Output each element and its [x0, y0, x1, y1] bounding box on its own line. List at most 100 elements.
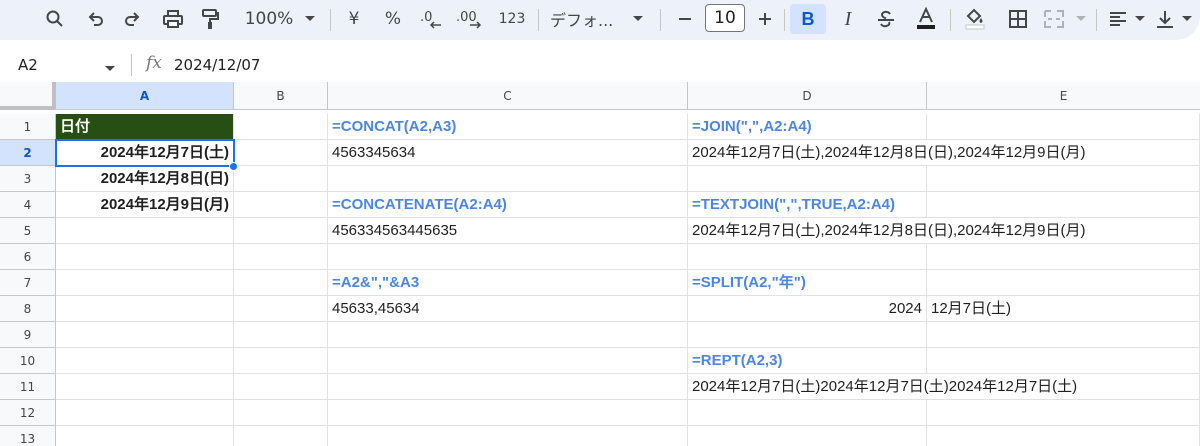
row-header-7[interactable]: 7	[0, 270, 56, 296]
row-header-2[interactable]: 2	[0, 140, 56, 166]
cell-a7[interactable]	[56, 270, 234, 296]
chevron-down-icon[interactable]	[104, 58, 116, 77]
cell-e10[interactable]	[927, 348, 1200, 374]
row-header-3[interactable]: 3	[0, 166, 56, 192]
column-header-a[interactable]: A	[56, 82, 234, 110]
cell-c6[interactable]	[328, 244, 688, 270]
cell-e1[interactable]	[927, 114, 1200, 140]
number-format-button[interactable]: 123	[496, 4, 528, 34]
column-header-b[interactable]: B	[234, 82, 328, 110]
cell-d5[interactable]: 2024年12月7日(土),2024年12月8日(日),2024年12月9日(月…	[688, 218, 1086, 244]
cell-a10[interactable]	[56, 348, 234, 374]
cell-a5[interactable]	[56, 218, 234, 244]
cell-d3[interactable]	[688, 166, 927, 192]
cell-b4[interactable]	[234, 192, 328, 218]
cell-c10[interactable]	[328, 348, 688, 374]
cell-a13[interactable]	[56, 426, 234, 446]
zoom-select[interactable]: 100%	[238, 4, 300, 34]
font-family-select[interactable]: デフォ...	[550, 4, 622, 34]
cell-b11[interactable]	[234, 374, 328, 400]
cell-c8[interactable]: 45633,45634	[328, 296, 688, 322]
cell-a9[interactable]	[56, 322, 234, 348]
cell-e7[interactable]	[927, 270, 1200, 296]
cell-b3[interactable]	[234, 166, 328, 192]
cell-d7[interactable]: =SPLIT(A2,"年")	[688, 270, 927, 296]
borders-icon[interactable]	[1004, 4, 1032, 34]
name-box[interactable]: A2	[18, 56, 38, 74]
bold-icon[interactable]: B	[790, 4, 826, 34]
italic-icon[interactable]: I	[834, 4, 862, 34]
cell-b13[interactable]	[234, 426, 328, 446]
row-header-13[interactable]: 13	[0, 426, 56, 446]
column-header-d[interactable]: D	[688, 82, 927, 110]
row-header-9[interactable]: 9	[0, 322, 56, 348]
cell-d8[interactable]: 2024	[688, 296, 927, 322]
cell-c4[interactable]: =CONCATENATE(A2:A4)	[328, 192, 688, 218]
cell-d10[interactable]: =REPT(A2,3)	[688, 348, 927, 374]
paint-format-icon[interactable]	[196, 4, 224, 34]
cell-a1[interactable]: 日付	[56, 114, 234, 140]
chevron-down-icon[interactable]	[1132, 4, 1148, 34]
cell-a11[interactable]	[56, 374, 234, 400]
print-icon[interactable]	[158, 4, 188, 34]
cell-b5[interactable]	[234, 218, 328, 244]
fill-handle[interactable]	[229, 162, 238, 171]
cell-c3[interactable]	[328, 166, 688, 192]
row-header-11[interactable]: 11	[0, 374, 56, 400]
cell-b12[interactable]	[234, 400, 328, 426]
undo-icon[interactable]	[82, 4, 110, 34]
chevron-down-icon[interactable]	[628, 4, 648, 34]
redo-icon[interactable]	[118, 4, 146, 34]
cell-e9[interactable]	[927, 322, 1200, 348]
cell-d12[interactable]	[688, 400, 927, 426]
cell-e13[interactable]	[927, 426, 1200, 446]
fill-color-icon[interactable]	[960, 4, 990, 34]
cell-c13[interactable]	[328, 426, 688, 446]
strikethrough-icon[interactable]	[872, 4, 900, 34]
cell-d9[interactable]	[688, 322, 927, 348]
chevron-down-icon[interactable]	[300, 4, 320, 34]
cell-a6[interactable]	[56, 244, 234, 270]
cell-b1[interactable]	[234, 114, 328, 140]
row-header-5[interactable]: 5	[0, 218, 56, 244]
cell-d4[interactable]: =TEXTJOIN(",",TRUE,A2:A4)	[688, 192, 927, 218]
chevron-down-icon[interactable]	[1072, 4, 1090, 34]
cell-e8[interactable]: 12月7日(土)	[927, 296, 1200, 322]
font-size-input[interactable]: 10	[705, 4, 745, 32]
row-header-4[interactable]: 4	[0, 192, 56, 218]
text-color-icon[interactable]	[912, 4, 940, 34]
row-header-6[interactable]: 6	[0, 244, 56, 270]
cell-b10[interactable]	[234, 348, 328, 374]
cell-c9[interactable]	[328, 322, 688, 348]
increase-font-size-button[interactable]	[754, 4, 776, 34]
cell-a12[interactable]	[56, 400, 234, 426]
cell-b9[interactable]	[234, 322, 328, 348]
increase-decimal-icon[interactable]: .00	[456, 4, 486, 34]
cell-c2[interactable]: 4563345634	[328, 140, 688, 166]
cell-a3[interactable]: 2024年12月8日(日)	[56, 166, 234, 192]
cell-b6[interactable]	[234, 244, 328, 270]
cell-b7[interactable]	[234, 270, 328, 296]
cell-b2[interactable]	[234, 140, 328, 166]
cell-e3[interactable]	[927, 166, 1200, 192]
row-header-8[interactable]: 8	[0, 296, 56, 322]
cell-e4[interactable]	[927, 192, 1200, 218]
align-icon[interactable]	[1104, 4, 1132, 34]
cell-d13[interactable]	[688, 426, 927, 446]
row-header-12[interactable]: 12	[0, 400, 56, 426]
cell-b8[interactable]	[234, 296, 328, 322]
cell-d1[interactable]: =JOIN(",",A2:A4)	[688, 114, 927, 140]
cell-e12[interactable]	[927, 400, 1200, 426]
cell-d6[interactable]	[688, 244, 927, 270]
percent-button[interactable]: %	[382, 4, 404, 34]
row-header-1[interactable]: 1	[0, 114, 56, 140]
row-header-10[interactable]: 10	[0, 348, 56, 374]
cell-d11[interactable]: 2024年12月7日(土)2024年12月7日(土)2024年12月7日(土)	[688, 374, 1077, 400]
cell-a4[interactable]: 2024年12月9日(月)	[56, 192, 234, 218]
merge-cells-icon[interactable]	[1040, 4, 1068, 34]
cell-c7[interactable]: =A2&","&A3	[328, 270, 688, 296]
cell-d2[interactable]: 2024年12月7日(土),2024年12月8日(日),2024年12月9日(月…	[688, 140, 1086, 166]
column-header-e[interactable]: E	[927, 82, 1200, 110]
column-header-c[interactable]: C	[328, 82, 688, 110]
decrease-font-size-button[interactable]	[674, 4, 696, 34]
